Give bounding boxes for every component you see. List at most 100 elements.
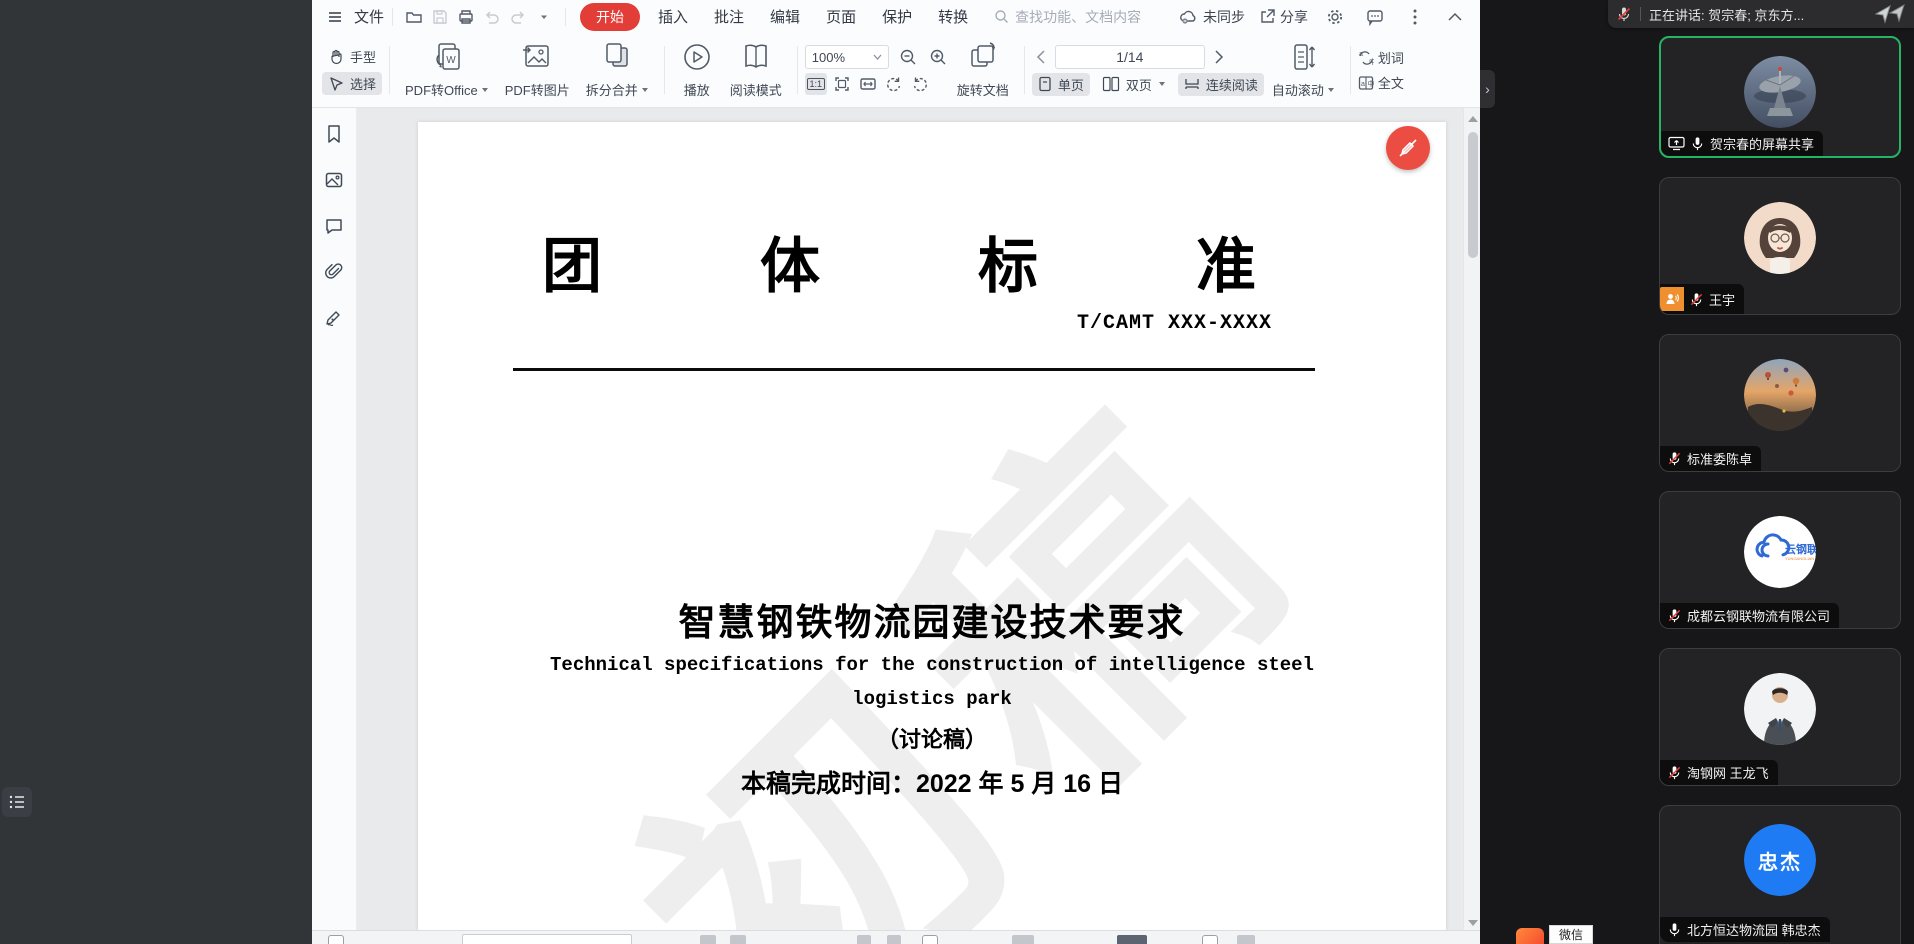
divider <box>1640 7 1641 21</box>
pdf-to-office-button[interactable]: W PDF转Office <box>397 39 497 101</box>
participant-tile[interactable]: 云钢联 YUNGANGLIAN 成都云钢联物流有限公司 <box>1659 491 1901 629</box>
participant-tile[interactable]: 贺宗春的屏幕共享 <box>1659 36 1901 158</box>
word-translate-label: 划词 <box>1378 48 1404 67</box>
statusbar-icon[interactable] <box>1237 935 1255 944</box>
wps-taskbar-icon[interactable] <box>1516 928 1544 944</box>
settings-gear-icon[interactable] <box>1325 7 1345 27</box>
double-page-button[interactable]: 双页 <box>1096 73 1172 96</box>
actual-size-button[interactable]: 1:1 <box>805 73 827 95</box>
toc-float-button[interactable] <box>2 787 32 817</box>
save-icon[interactable] <box>430 7 450 27</box>
sync-status[interactable]: 未同步 <box>1179 7 1245 27</box>
next-page-icon[interactable] <box>1211 50 1228 64</box>
scroll-up-icon[interactable] <box>1468 116 1478 122</box>
select-tool-label: 选择 <box>350 74 376 93</box>
attachments-panel-icon[interactable] <box>322 260 346 284</box>
read-mode-button[interactable]: 阅读模式 <box>722 39 790 101</box>
rotate-cw-icon[interactable] <box>909 73 931 95</box>
zoom-level-value: 100% <box>812 50 845 65</box>
statusbar-icon[interactable] <box>1202 935 1218 944</box>
fit-page-icon[interactable] <box>831 73 853 95</box>
collapse-ribbon-icon[interactable] <box>1445 7 1465 27</box>
statusbar-page-icon[interactable] <box>922 935 938 944</box>
participant-name-bar: 标准委陈卓 <box>1660 446 1761 471</box>
select-tool-button[interactable]: 选择 <box>322 72 382 95</box>
bookmarks-icon[interactable] <box>322 122 346 146</box>
share-button[interactable]: 分享 <box>1259 7 1308 27</box>
tab-convert[interactable]: 转换 <box>938 6 968 27</box>
statusbar-icon[interactable] <box>887 935 901 944</box>
pdf-to-image-icon <box>520 41 554 77</box>
comments-panel-icon[interactable] <box>322 214 346 238</box>
tab-comment[interactable]: 批注 <box>714 6 744 27</box>
caret-down-icon[interactable] <box>534 7 554 27</box>
avatar <box>1744 359 1816 431</box>
hand-tool-button[interactable]: 手型 <box>322 45 382 68</box>
scrollbar-thumb[interactable] <box>1468 132 1478 258</box>
print-icon[interactable] <box>456 7 476 27</box>
panel-expand-handle[interactable]: › <box>1480 70 1495 108</box>
participant-tile[interactable]: 忠杰 北方恒达物流园 韩忠杰 <box>1659 805 1901 944</box>
standard-type-title: 团 体 标 准 <box>542 218 1256 305</box>
page-number-input[interactable] <box>1055 45 1205 69</box>
tab-insert[interactable]: 插入 <box>658 6 688 27</box>
zoom-level-select[interactable]: 100% <box>805 45 889 69</box>
play-button[interactable]: 播放 <box>672 39 722 101</box>
caret-down-icon <box>481 87 489 93</box>
rotate-document-button[interactable]: 旋转文档 <box>949 39 1017 101</box>
tab-start[interactable]: 开始 <box>580 3 640 31</box>
rotate-document-icon <box>966 41 1000 77</box>
tab-protect[interactable]: 保护 <box>882 6 912 27</box>
caret-down-icon <box>1327 87 1335 93</box>
wechat-taskbar-label[interactable]: 微信 <box>1549 925 1593 944</box>
file-menu[interactable]: 文件 <box>322 6 384 27</box>
tab-page[interactable]: 页面 <box>826 6 856 27</box>
scroll-down-icon[interactable] <box>1468 920 1478 926</box>
file-menu-label: 文件 <box>354 6 384 27</box>
open-folder-icon[interactable] <box>404 7 424 27</box>
single-page-button[interactable]: 单页 <box>1032 73 1090 96</box>
participant-tile[interactable]: 淘钢网 王龙飞 <box>1659 648 1901 786</box>
rotate-ccw-icon[interactable] <box>883 73 905 95</box>
split-merge-button[interactable]: 拆分合并 <box>578 39 657 101</box>
prev-page-icon[interactable] <box>1032 50 1049 64</box>
svg-text:中: 中 <box>1367 79 1374 88</box>
statusbar-grid-icon[interactable] <box>328 935 344 944</box>
caret-down-icon <box>873 54 882 60</box>
full-translate-button[interactable]: a中 全文 <box>1358 73 1424 92</box>
continuous-read-button[interactable]: 连续阅读 <box>1178 73 1264 96</box>
participant-tile[interactable]: 标准委陈卓 <box>1659 334 1901 472</box>
document-area[interactable]: 初稿 团 体 标 准 T/CAMT XXX-XXXX 智慧钢铁物流园建设技术要求… <box>357 108 1482 930</box>
redo-icon[interactable] <box>508 7 528 27</box>
tab-edit[interactable]: 编辑 <box>770 6 800 27</box>
images-panel-icon[interactable] <box>322 168 346 192</box>
statusbar-input[interactable] <box>462 934 632 944</box>
auto-scroll-button[interactable]: 自动滚动 <box>1264 39 1343 101</box>
undo-icon[interactable] <box>482 7 502 27</box>
divider <box>1350 46 1351 94</box>
statusbar-icon[interactable] <box>1012 935 1034 944</box>
pdf-to-image-button[interactable]: PDF转图片 <box>497 39 578 101</box>
feedback-chat-icon[interactable] <box>1365 7 1385 27</box>
participant-tile[interactable]: 王宇 <box>1659 177 1901 315</box>
completion-date: 本稿完成时间：2022 年 5 月 16 日 <box>418 764 1446 800</box>
signature-panel-icon[interactable] <box>322 306 346 330</box>
statusbar-icon[interactable] <box>857 935 871 944</box>
rotate-document-label: 旋转文档 <box>957 80 1009 99</box>
search-input[interactable]: 查找功能、文档内容 <box>994 7 1141 27</box>
statusbar-icon[interactable] <box>1117 935 1147 944</box>
word-translate-button[interactable]: 中a 划词 <box>1358 48 1424 67</box>
statusbar-icon[interactable] <box>730 935 746 944</box>
participant-name: 成都云钢联物流有限公司 <box>1687 606 1830 625</box>
floating-translate-badge[interactable] <box>1386 126 1430 170</box>
more-options-icon[interactable] <box>1405 7 1425 27</box>
statusbar-icon[interactable] <box>700 935 716 944</box>
double-page-label: 双页 <box>1126 75 1152 94</box>
fit-width-icon[interactable] <box>857 73 879 95</box>
initials-avatar: 忠杰 <box>1744 824 1816 896</box>
pdf-page[interactable]: 初稿 团 体 标 准 T/CAMT XXX-XXXX 智慧钢铁物流园建设技术要求… <box>418 122 1446 930</box>
hamburger-icon <box>325 7 345 27</box>
logo-text: 云钢联 <box>1785 542 1816 556</box>
zoom-in-icon[interactable] <box>927 46 949 68</box>
zoom-out-icon[interactable] <box>897 46 919 68</box>
